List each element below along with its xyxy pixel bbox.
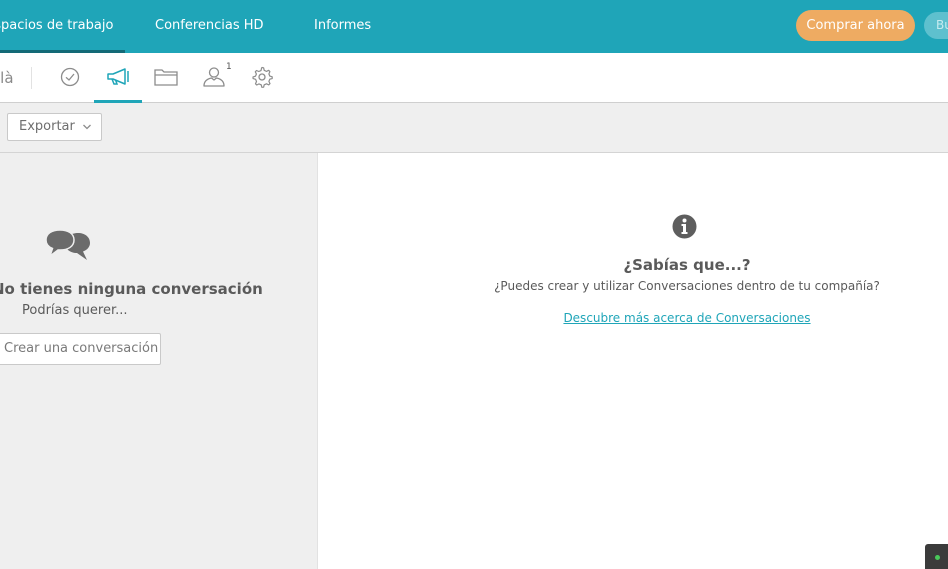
gear-icon[interactable]	[249, 64, 275, 90]
export-label: Exportar	[19, 119, 75, 134]
tip-title: ¿Sabías que...?	[623, 256, 751, 274]
online-status-dot	[935, 555, 940, 560]
nav-reports[interactable]: Informes	[314, 0, 371, 53]
export-dropdown[interactable]: Exportar	[7, 113, 102, 141]
nav-reports-label: Informes	[314, 18, 372, 33]
nav-conferences-label: Conferencias HD	[155, 18, 264, 33]
status-widget[interactable]	[925, 544, 948, 569]
project-name[interactable]: ilà	[0, 69, 14, 87]
learn-more-link[interactable]: Descubre más acerca de Conversaciones	[318, 311, 948, 325]
tip-body: ¿Puedes crear y utilizar Conversaciones …	[494, 279, 880, 293]
create-conversation-button[interactable]: Crear una conversación	[0, 333, 161, 365]
empty-state-title: No tienes ninguna conversación	[0, 280, 263, 298]
empty-state-subtitle: Podrías querer...	[22, 303, 128, 318]
check-circle-icon[interactable]	[57, 64, 83, 90]
filter-bar: Exportar	[0, 103, 948, 153]
info-icon	[672, 214, 697, 239]
user-count-badge: 1	[226, 62, 232, 72]
chevron-down-icon	[82, 114, 92, 150]
megaphone-icon[interactable]	[105, 64, 131, 90]
nav-conferences[interactable]: Conferencias HD	[155, 0, 264, 53]
conversation-detail-panel: ¿Sabías que...? ¿Puedes crear y utilizar…	[318, 153, 948, 569]
top-nav-bar: Espacios de trabajo Conferencias HD Info…	[0, 0, 948, 53]
search-button[interactable]: Bu	[924, 12, 948, 39]
nav-workspaces[interactable]: Espacios de trabajo	[0, 0, 125, 53]
chat-bubbles-icon	[45, 229, 90, 260]
conversation-list-panel: No tienes ninguna conversación Podrías q…	[0, 153, 318, 569]
project-toolbar: ilà 1	[0, 53, 948, 103]
folder-icon[interactable]	[153, 64, 179, 90]
buy-now-button[interactable]: Comprar ahora	[796, 10, 915, 41]
toolbar-divider	[31, 67, 32, 89]
nav-workspaces-label: Espacios de trabajo	[0, 18, 114, 33]
user-icon[interactable]	[201, 64, 227, 90]
